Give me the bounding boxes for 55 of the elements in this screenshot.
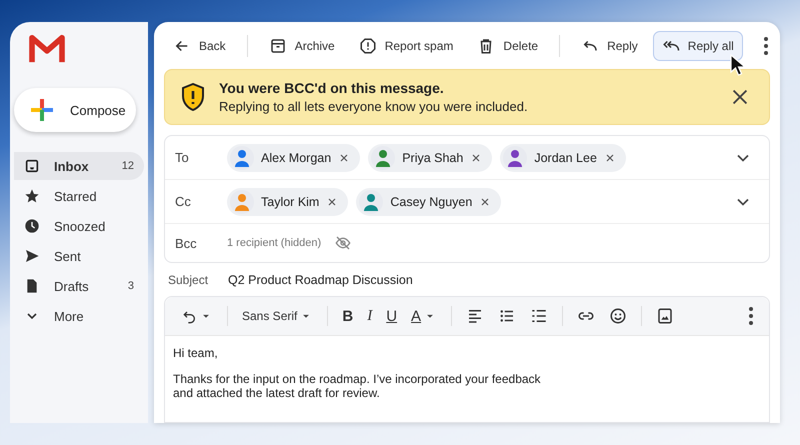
toolbar-button[interactable]: Delete bbox=[468, 30, 548, 61]
field-label: Bcc bbox=[175, 236, 198, 251]
sidebar-item[interactable]: More bbox=[14, 302, 144, 330]
sidebar-item[interactable]: Snoozed bbox=[14, 212, 144, 240]
recipient-chip[interactable]: Jordan Lee bbox=[500, 144, 626, 172]
banner-title: You were BCC'd on this message. bbox=[219, 80, 445, 96]
sidebar-item[interactable]: Drafts 3 bbox=[14, 272, 144, 300]
recipient-chip[interactable]: Alex Morgan bbox=[227, 144, 360, 172]
back-button[interactable]: Back bbox=[164, 30, 235, 61]
vertical-dots-icon bbox=[749, 307, 753, 325]
body-paragraph: Hi team, bbox=[173, 346, 219, 360]
star-icon bbox=[24, 188, 40, 204]
eye-slash-icon bbox=[335, 235, 352, 252]
warning-octagon-icon bbox=[358, 36, 377, 55]
field-label: To bbox=[175, 150, 190, 166]
shield-warning-icon bbox=[181, 83, 205, 112]
unread-count: 12 bbox=[122, 160, 134, 172]
mouse-pointer-icon bbox=[730, 54, 746, 76]
remove-icon bbox=[470, 152, 482, 164]
remove-icon bbox=[479, 196, 492, 208]
plus-icon bbox=[30, 98, 54, 122]
compose-button[interactable]: Compose bbox=[14, 88, 136, 132]
recipient-chip[interactable]: Priya Shah bbox=[368, 144, 492, 172]
remove-icon bbox=[326, 196, 338, 208]
vertical-dots-icon bbox=[764, 36, 768, 56]
numbered-list-icon bbox=[530, 307, 548, 325]
text-color-button[interactable]: A bbox=[407, 304, 442, 328]
font-dropdown[interactable]: Sans Serif bbox=[238, 306, 318, 326]
toolbar-button[interactable]: Report spam bbox=[350, 30, 462, 61]
inbox-icon bbox=[24, 158, 40, 174]
underline-button[interactable]: U bbox=[382, 304, 402, 328]
m-logo-icon bbox=[28, 34, 66, 64]
unread-count: 3 bbox=[128, 280, 134, 292]
remove-icon bbox=[338, 152, 350, 164]
smiley-icon bbox=[609, 307, 628, 325]
recipient-chip[interactable]: Taylor Kim bbox=[227, 188, 348, 216]
field-label: Cc bbox=[175, 194, 192, 210]
body-paragraph: Thanks for the input on the roadmap. I’ve incorporated your feedback and attached the latest draft for review. bbox=[173, 372, 542, 400]
bold-button[interactable]: B bbox=[338, 304, 358, 328]
toolbar-button[interactable]: Archive bbox=[260, 30, 344, 61]
banner-message: Replying to all lets everyone know you were included. bbox=[219, 99, 529, 114]
italic-button[interactable]: I bbox=[363, 304, 376, 328]
recipient-chip[interactable]: Casey Nguyen bbox=[356, 188, 502, 216]
sidebar-item[interactable]: Sent bbox=[14, 242, 144, 270]
sidebar-item[interactable]: Starred bbox=[14, 182, 144, 210]
archive-icon bbox=[268, 36, 287, 55]
sidebar-item[interactable]: Inbox 12 bbox=[14, 152, 144, 180]
send-icon bbox=[24, 248, 40, 264]
clock-icon bbox=[24, 218, 40, 234]
remove-icon bbox=[604, 152, 616, 164]
toolbar-button[interactable]: Reply bbox=[572, 30, 647, 61]
image-icon bbox=[656, 307, 674, 325]
field-label: Subject bbox=[168, 272, 210, 287]
subject-field[interactable]: Q2 Product Roadmap Discussion bbox=[226, 272, 530, 288]
hidden-recipient-note: 1 recipient (hidden) bbox=[227, 237, 322, 250]
